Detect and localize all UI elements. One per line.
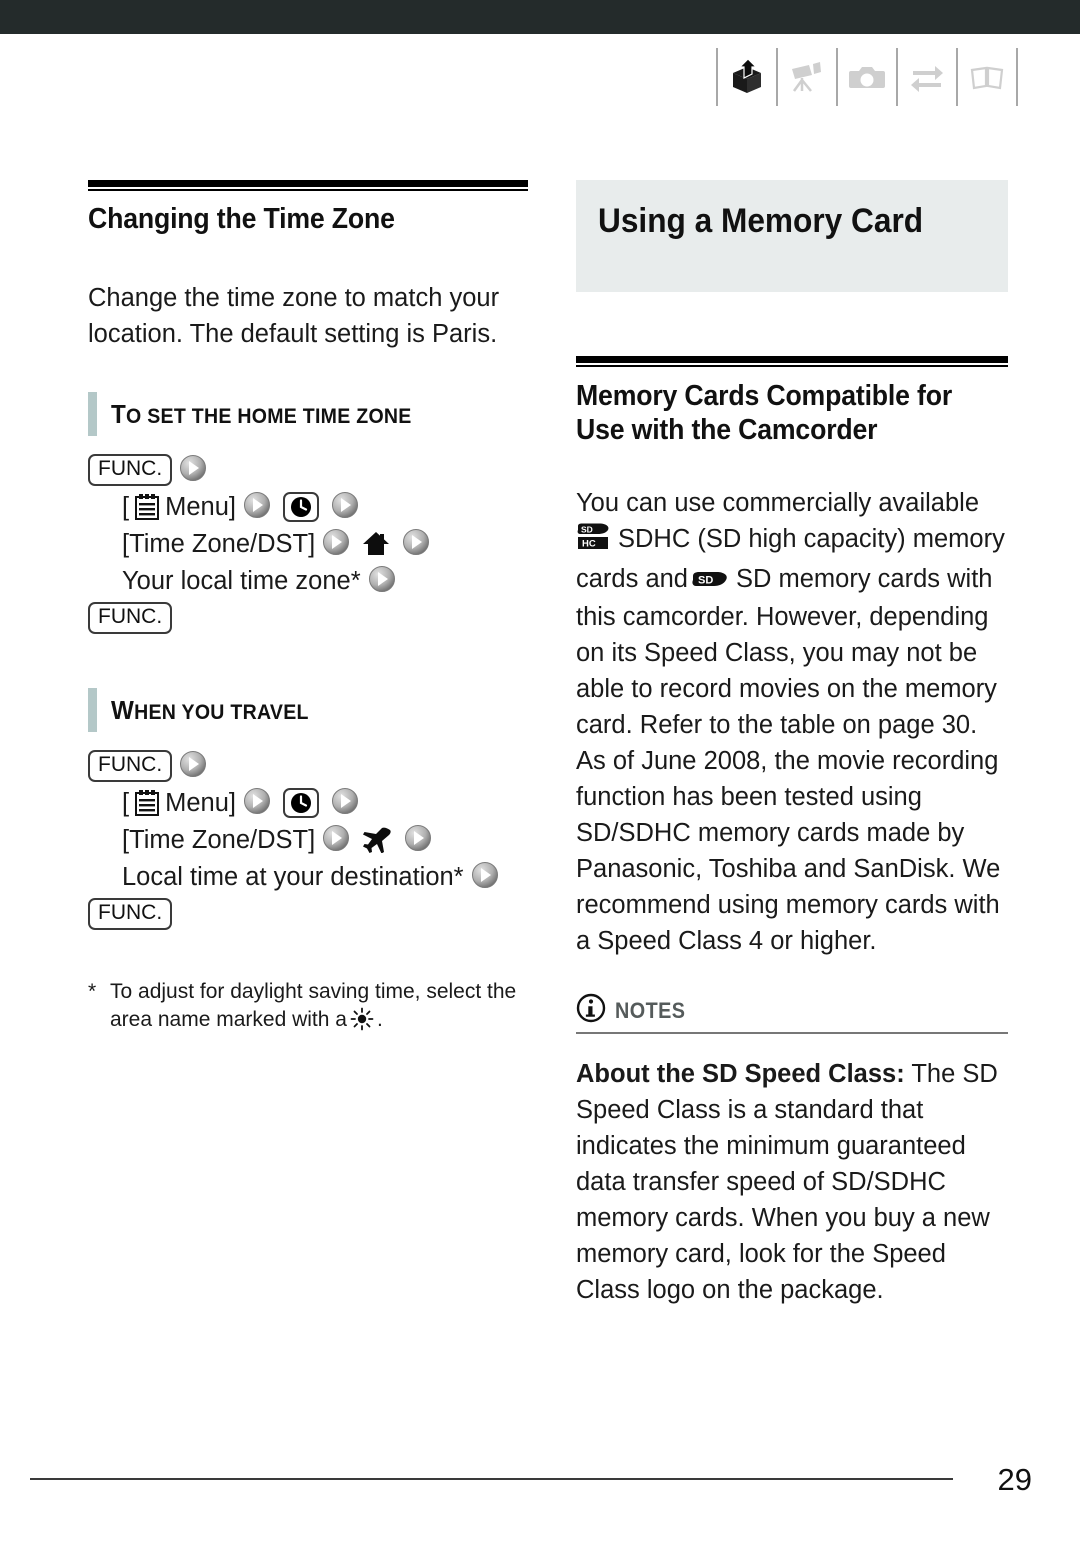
airplane-icon [362,827,392,853]
sdhc-logo: SD HC [576,523,614,561]
func-button[interactable]: FUNC. [88,898,173,930]
exchange-arrows-icon[interactable] [896,48,956,106]
para-part-1: You can use commercially available [576,489,980,517]
subheading-label: TO SET THE HOME TIME ZONE [111,392,412,436]
right-column: Using a Memory Card Memory Cards Compati… [576,180,1008,1308]
subheading-rest: HEN YOU TRAVEL [134,701,309,724]
menu-label: Menu] [165,492,236,521]
arrow-right-icon [402,528,430,561]
clock-icon-box[interactable] [282,492,319,522]
arrow-right-icon [243,787,271,820]
clock-icon-box[interactable] [282,788,319,818]
subheading-rest: O SET THE HOME TIME ZONE [126,405,412,428]
menu-list-icon [134,493,160,521]
subheading-first-letter: W [111,695,135,725]
notes-body-text: The SD Speed Class is a standard that in… [576,1060,998,1304]
section-rule [88,180,528,191]
page-footer: 29 [0,1462,1080,1508]
footnote: * To adjust for daylight saving time, se… [88,978,528,1039]
arrow-right-icon [322,528,350,561]
notes-title: NOTES [615,997,686,1023]
notes-header: NOTES [576,993,1008,1028]
page-title: Using a Memory Card [598,202,924,240]
page-title-box: Using a Memory Card [576,180,1008,292]
svg-text:SD: SD [698,575,713,587]
notes-divider [576,1032,1008,1034]
intro-paragraph: Change the time zone to match your locat… [88,284,500,348]
arrow-right-icon [179,750,207,783]
func-button[interactable]: FUNC. [88,750,173,782]
accent-bar [88,392,97,436]
func-button[interactable]: FUNC. [88,602,173,634]
menu-label: Menu] [165,788,236,817]
arrow-right-icon [179,454,207,487]
top-black-bar [0,0,1080,34]
arrow-right-icon [322,824,350,857]
paragraph-compatible-cards: You can use commercially available SD HC… [576,485,1008,743]
arrow-right-icon [471,861,499,894]
section-title-memory-cards: Memory Cards Compatible for Use with the… [576,380,953,446]
sun-icon [350,1007,374,1039]
procedure-step: [Time Zone/DST] [88,822,528,858]
arrow-right-icon [243,491,271,524]
procedure-step: FUNC. [88,452,528,488]
subheading-when-you-travel: WHEN YOU TRAVEL [88,688,528,732]
svg-text:SD: SD [581,524,593,534]
footer-rule [30,1478,953,1480]
menu-list-icon [134,789,160,817]
procedure-step: [Time Zone/DST] [88,526,528,562]
procedure-step: [ Menu] [88,489,528,525]
package-arrow-icon[interactable] [716,48,776,106]
subheading-label: WHEN YOU TRAVEL [111,688,309,732]
info-circle-icon [576,993,606,1028]
header-icon-strip [716,48,1018,106]
accent-bar [88,688,97,732]
destination-time-label: Local time at your destination* [122,862,464,891]
procedure-step: Your local time zone* [88,563,528,599]
sd-logo: SD [691,563,731,599]
open-book-icon[interactable] [956,48,1018,106]
photo-camera-icon[interactable] [836,48,896,106]
paragraph-tested-cards: As of June 2008, the movie recording fun… [576,747,1001,955]
arrow-right-icon [331,787,359,820]
subheading-first-letter: T [111,399,127,429]
func-button[interactable]: FUNC. [88,454,173,486]
footnote-text-end: . [376,1008,383,1031]
arrow-right-icon [331,491,359,524]
local-time-zone-label: Your local time zone* [122,566,361,595]
arrow-right-icon [368,565,396,598]
left-column: Changing the Time Zone Change the time z… [88,180,528,1039]
footnote-marker: * [88,980,97,1003]
svg-text:HC: HC [582,539,596,550]
subheading-home-time-zone: TO SET THE HOME TIME ZONE [88,392,528,436]
camcorder-icon[interactable] [776,48,836,106]
time-zone-dst-label: [Time Zone/DST] [122,529,316,558]
page-title-left: Changing the Time Zone [88,203,395,235]
bracket-open: [ [122,788,130,817]
clock-icon [290,793,311,813]
procedure-step: FUNC. [88,600,528,636]
notes-body-bold: About the SD Speed Class: [576,1060,905,1088]
section-rule [576,356,1008,367]
arrow-right-icon [404,824,432,857]
procedure-step: [ Menu] [88,785,528,821]
notes-body: About the SD Speed Class: The SD Speed C… [576,1056,1008,1308]
time-zone-dst-label: [Time Zone/DST] [122,825,316,854]
page-number: 29 [997,1462,1032,1497]
bracket-open: [ [122,492,130,521]
procedure-when-you-travel: FUNC. [ Menu] [Time Zone/DST] Local time… [88,748,528,932]
footnote-text: To adjust for daylight saving time, sele… [110,980,517,1031]
clock-icon [290,497,311,517]
procedure-step: FUNC. [88,748,528,784]
procedure-step: FUNC. [88,896,528,932]
procedure-home-time-zone: FUNC. [Menu] [Time Zone/DST] Your local… [88,452,528,636]
house-icon [362,531,390,557]
procedure-step: Local time at your destination* [88,859,528,895]
